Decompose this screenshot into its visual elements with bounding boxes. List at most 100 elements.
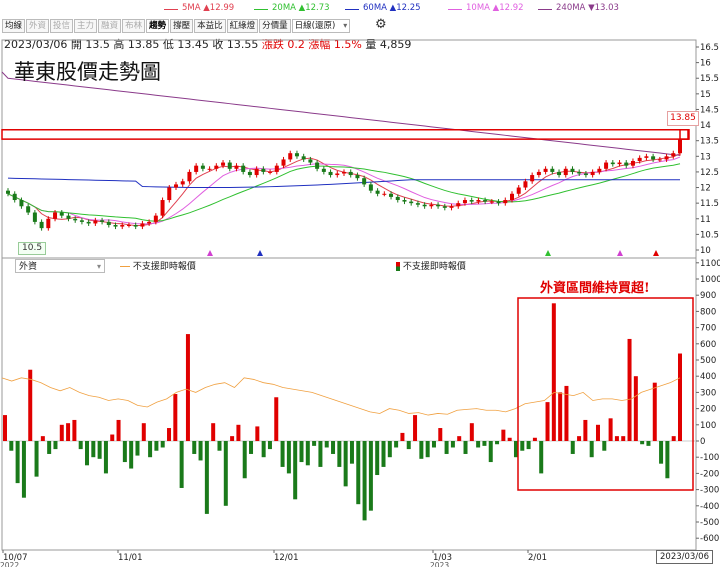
upper-y-tick-label: 10.5 [700, 230, 719, 240]
upper-y-tick-label: 12.5 [700, 168, 719, 178]
holding-line [1, 377, 681, 416]
foreign-bar [476, 441, 481, 448]
foreign-bar [331, 441, 336, 454]
lower-y-tick-label: 600 [700, 340, 716, 350]
signal-marker [653, 250, 659, 256]
foreign-bar [293, 441, 298, 500]
candle [6, 190, 10, 194]
foreign-bar [438, 428, 443, 441]
foreign-bar [59, 424, 64, 441]
candle [32, 212, 37, 222]
foreign-bar [501, 429, 506, 441]
candle [530, 175, 535, 182]
signal-marker [617, 250, 623, 256]
foreign-bar [413, 415, 418, 441]
foreign-bar [450, 441, 455, 448]
lower-y-tick-label: -100 [700, 453, 719, 463]
foreign-bar [545, 402, 550, 441]
candle [301, 156, 306, 160]
foreign-bar [312, 441, 317, 446]
candle [523, 181, 528, 188]
foreign-bar [387, 441, 392, 458]
lower-indicator-select[interactable]: 外資 [15, 259, 105, 274]
foreign-bar [198, 441, 203, 461]
candle [402, 200, 407, 202]
candle [630, 160, 635, 166]
foreign-bar [646, 441, 651, 446]
candle [254, 168, 259, 176]
candle [462, 200, 467, 204]
lower-y-tick-label: 1100 [700, 259, 720, 269]
candle [395, 196, 400, 201]
foreign-bar [261, 441, 266, 458]
foreign-bar [425, 441, 430, 458]
candle [106, 221, 111, 226]
foreign-bar [305, 441, 310, 466]
foreign-bar [217, 441, 222, 451]
candle [294, 153, 299, 157]
candle [281, 159, 286, 166]
candle [39, 221, 44, 229]
foreign-bar [255, 426, 260, 441]
foreign-bar [72, 419, 77, 441]
candle [120, 225, 125, 227]
candle [637, 157, 642, 161]
upper-y-tick-label: 12 [700, 184, 711, 194]
foreign-bar [267, 441, 272, 450]
foreign-bar [103, 441, 108, 474]
foreign-bar [495, 441, 500, 445]
candle [46, 218, 51, 229]
foreign-bar [671, 436, 676, 441]
candle [422, 204, 427, 207]
foreign-bar [280, 441, 285, 467]
lower-y-tick-label: 800 [700, 307, 716, 317]
foreign-bar [318, 441, 323, 467]
x-year-label: 2023 [430, 561, 449, 567]
foreign-bar [211, 423, 216, 441]
candle [214, 165, 219, 169]
foreign-bar [173, 394, 178, 441]
foreign-bar [110, 434, 115, 441]
candle [610, 162, 615, 165]
lower-y-tick-label: -500 [700, 518, 719, 528]
foreign-bar [627, 338, 632, 441]
upper-y-tick-label: 13.5 [700, 137, 719, 147]
foreign-bar [602, 441, 607, 451]
foreign-bar [614, 436, 619, 441]
foreign-bar [457, 436, 462, 441]
candle [147, 221, 152, 224]
lower-y-tick-label: 400 [700, 372, 716, 382]
candle [100, 220, 105, 222]
last-price-tag: 13.85 [667, 111, 699, 126]
candle [321, 168, 326, 172]
candle [335, 173, 340, 176]
foreign-bar [223, 441, 228, 506]
foreign-bar [192, 441, 197, 454]
lower-y-tick-label: -200 [700, 469, 719, 479]
candle [516, 187, 521, 194]
candle [382, 193, 387, 195]
lower-y-tick-label: 0 [700, 437, 705, 447]
x-tick-label: 12/01 [274, 553, 299, 563]
foreign-bar [595, 424, 600, 441]
lower-y-tick-label: -300 [700, 486, 719, 496]
upper-y-tick-label: 13 [700, 152, 711, 162]
foreign-bar [15, 441, 20, 484]
upper-y-tick-label: 15.5 [700, 74, 719, 84]
candle [644, 156, 649, 158]
x-tick-label: 2/01 [528, 553, 547, 563]
candle [577, 171, 582, 174]
candle [207, 168, 212, 170]
foreign-bar [640, 441, 645, 445]
foreign-bar [349, 441, 354, 464]
ma5-line [7, 153, 681, 227]
lower-frame [1, 257, 697, 551]
foreign-bar [179, 441, 184, 488]
foreign-bar [230, 436, 235, 441]
foreign-bar [324, 441, 329, 448]
candle [442, 206, 447, 208]
candle [93, 220, 98, 224]
signal-markers [207, 250, 659, 256]
foreign-bar [3, 415, 7, 441]
foreign-bar [97, 441, 102, 459]
